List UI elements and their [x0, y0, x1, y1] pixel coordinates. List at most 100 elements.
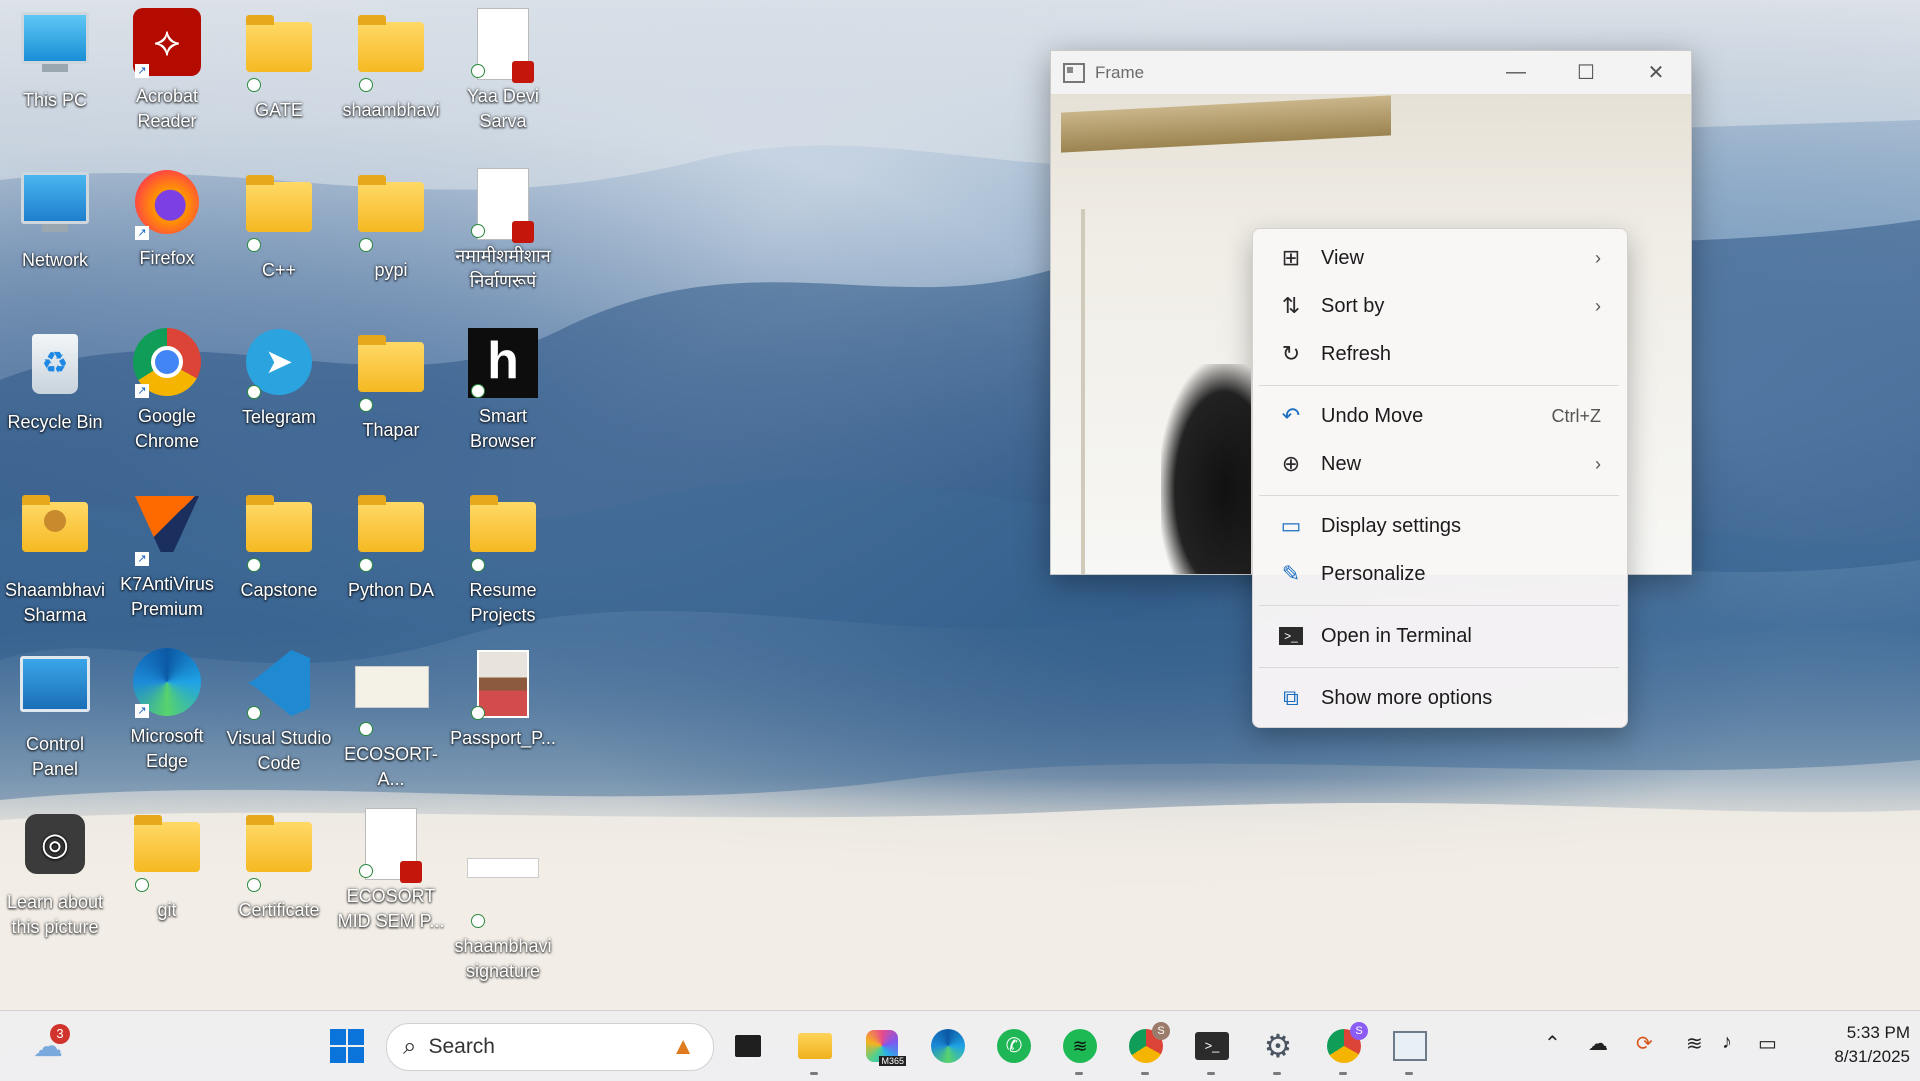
desktop-icon-google-chrome[interactable]: ↗ Google Chrome [113, 328, 221, 454]
menu-item-sort-by[interactable]: ⇅ Sort by › [1259, 283, 1619, 329]
taskbar-chrome-profile-1[interactable]: S [1124, 1022, 1170, 1075]
clock-time: 5:33 PM [1846, 1023, 1910, 1042]
folder-icon [243, 815, 315, 894]
desktop-icon-passport-photo[interactable]: Passport_P... [449, 648, 557, 751]
desktop-icon-recycle-bin[interactable]: ♻ Recycle Bin [1, 328, 109, 435]
desktop-icon-label: ECOSORT MID SEM P... [337, 886, 445, 931]
cloud-sync-icon [135, 878, 149, 892]
taskbar-whatsapp[interactable]: ✆ [992, 1024, 1036, 1068]
sync-icon[interactable]: ⟳ [1636, 1031, 1653, 1056]
wifi-icon[interactable]: ≋ [1686, 1031, 1703, 1056]
frame-app-icon [1063, 62, 1085, 83]
desktop-icon-capstone[interactable]: Capstone [225, 488, 333, 603]
desktop-icon-network[interactable]: Network [1, 168, 109, 273]
whatsapp-icon: ✆ [997, 1029, 1031, 1063]
desktop-icon-telegram[interactable]: ➤ Telegram [225, 328, 333, 430]
camera-feed-wall-edge [1081, 209, 1085, 574]
camera-feed-person [1161, 364, 1251, 574]
menu-item-undo-move[interactable]: ↶ Undo Move Ctrl+Z [1259, 393, 1619, 439]
weather-widget[interactable]: ☁ 3 [26, 1024, 70, 1068]
menu-item-personalize[interactable]: ✎ Personalize [1259, 551, 1619, 597]
menu-item-refresh[interactable]: ↻ Refresh [1259, 331, 1619, 377]
taskbar-microsoft-365[interactable]: M365 [860, 1024, 906, 1068]
onedrive-cloud-icon[interactable]: ☁ [1588, 1031, 1608, 1056]
battery-icon[interactable]: ▭ [1758, 1031, 1777, 1056]
task-view-icon [735, 1035, 761, 1057]
menu-separator [1259, 385, 1619, 386]
menu-item-label: Show more options [1321, 686, 1493, 709]
refresh-icon: ↻ [1281, 341, 1301, 366]
cloud-sync-icon [247, 78, 261, 92]
desktop-icon-python-da[interactable]: Python DA [337, 488, 445, 603]
desktop-icon-thapar[interactable]: Thapar [337, 328, 445, 443]
menu-item-shortcut: Ctrl+Z [1551, 405, 1602, 426]
vscode-icon [243, 650, 315, 722]
menu-item-display-settings[interactable]: ▭ Display settings [1259, 503, 1619, 549]
show-hidden-icons-chevron-icon[interactable]: ⌃ [1544, 1031, 1561, 1056]
close-button[interactable]: ✕ [1621, 51, 1691, 94]
desktop-icon-control-panel[interactable]: Control Panel [1, 648, 109, 782]
desktop-icon-shaambhavi-sharma[interactable]: Shaambhavi Sharma [1, 488, 109, 628]
running-indicator [1273, 1072, 1281, 1075]
monitor-icon [19, 12, 91, 84]
desktop-icon-certificate[interactable]: Certificate [225, 808, 333, 923]
desktop-icon-shaambhavi[interactable]: shaambhavi [337, 8, 445, 123]
search-highlight-icon: ▲ [671, 1033, 695, 1060]
desktop-icon-smart-browser[interactable]: h Smart Browser [449, 328, 557, 454]
desktop-icon-yaa-devi-sarva[interactable]: Yaa Devi Sarva [449, 8, 557, 134]
desktop-icon-resume-projects[interactable]: Resume Projects [449, 488, 557, 628]
volume-icon[interactable]: ♪ [1722, 1031, 1732, 1054]
menu-item-label: Open in Terminal [1321, 624, 1472, 647]
desktop-icon-label: Control Panel [25, 734, 85, 779]
menu-item-show-more-options[interactable]: ⧉ Show more options [1259, 675, 1619, 721]
desktop-icon-gate[interactable]: GATE [225, 8, 333, 123]
desktop-icon-acrobat-reader[interactable]: ⟡ ↗ Acrobat Reader [113, 8, 221, 134]
taskbar-terminal[interactable]: >_ [1190, 1024, 1234, 1075]
taskbar-settings[interactable]: ⚙ [1256, 1024, 1300, 1075]
submenu-chevron-icon: › [1595, 295, 1601, 316]
folder-icon [467, 495, 539, 574]
menu-item-label: Personalize [1321, 562, 1426, 585]
menu-item-new[interactable]: ⊕ New › [1259, 441, 1619, 487]
taskbar-search-box[interactable]: ⌕ Search ▲ [386, 1023, 714, 1071]
desktop-icon-this-pc[interactable]: This PC [1, 8, 109, 113]
desktop-icon-cpp[interactable]: C++ [225, 168, 333, 283]
taskbar-chrome-profile-2[interactable]: S [1322, 1022, 1368, 1075]
maximize-button[interactable]: ☐ [1551, 51, 1621, 94]
taskbar-edge[interactable] [926, 1024, 970, 1068]
desktop-icon-microsoft-edge[interactable]: ↗ Microsoft Edge [113, 648, 221, 774]
desktop-icon-pypi[interactable]: pypi [337, 168, 445, 283]
desktop-icon-learn-about-picture[interactable]: ◎ Learn about this picture [1, 808, 109, 940]
desktop-icon-vscode[interactable]: Visual Studio Code [225, 648, 333, 776]
desktop-icon-shaambhavi-signature[interactable]: shaambhavi signature [449, 808, 557, 984]
desktop-icon-label: Capstone [240, 580, 318, 600]
desktop-icon-label: नमामीशमीशान निर्वाणरूपं [455, 246, 551, 291]
menu-separator [1259, 605, 1619, 606]
pdf-file-icon [355, 808, 427, 883]
desktop-icon-namami[interactable]: नमामीशमीशान निर्वाणरूपं [449, 168, 557, 294]
task-view-button[interactable] [726, 1024, 770, 1068]
running-indicator [1207, 1072, 1215, 1075]
minimize-button[interactable]: — [1481, 51, 1551, 94]
desktop-icon-ecosort-a[interactable]: ECOSORT-A... [337, 648, 445, 792]
taskbar-clock[interactable]: 5:33 PM 8/31/2025 [1800, 1021, 1910, 1069]
menu-item-view[interactable]: ⊞ View › [1259, 235, 1619, 281]
desktop-icon-firefox[interactable]: ↗ Firefox [113, 168, 221, 271]
photo-file-icon [467, 650, 539, 722]
taskbar-frame-app[interactable] [1388, 1024, 1432, 1075]
taskbar-spotify[interactable]: ≋ [1058, 1024, 1102, 1075]
cloud-sync-icon [471, 224, 485, 238]
folder-icon [243, 15, 315, 94]
desktop-icon-label: Visual Studio Code [226, 728, 332, 773]
menu-item-open-in-terminal[interactable]: >_ Open in Terminal [1259, 613, 1619, 659]
desktop-icon-k7antivirus[interactable]: ↗ K7AntiVirus Premium [113, 488, 221, 622]
start-button[interactable] [325, 1024, 369, 1068]
frame-titlebar[interactable]: Frame — ☐ ✕ [1051, 51, 1691, 94]
taskbar-file-explorer[interactable] [793, 1024, 837, 1075]
desktop-icon-git[interactable]: git [113, 808, 221, 923]
desktop-icon-label: shaambhavi signature [454, 936, 552, 981]
menu-item-label: View [1321, 246, 1364, 269]
cloud-sync-icon [471, 64, 485, 78]
folder-icon [355, 495, 427, 574]
desktop-icon-ecosort-mid-sem[interactable]: ECOSORT MID SEM P... [337, 808, 445, 934]
